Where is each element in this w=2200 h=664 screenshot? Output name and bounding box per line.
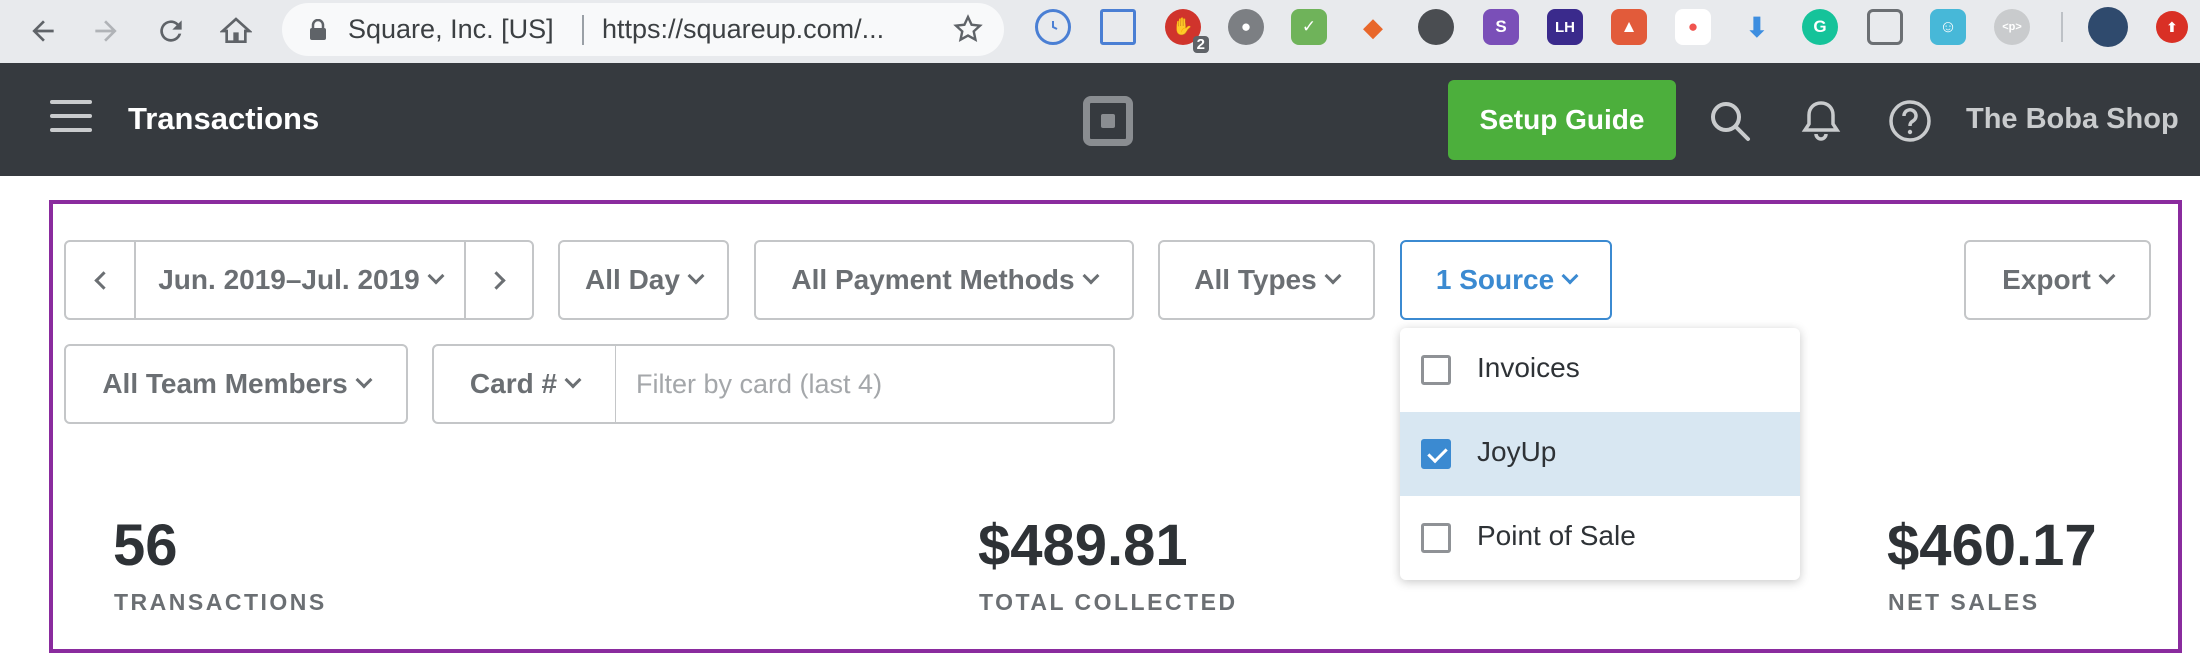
- mail-check-icon[interactable]: ✓: [1291, 9, 1327, 45]
- net-sales-label: NET SALES: [1888, 589, 2040, 615]
- page-title: Transactions: [128, 101, 320, 136]
- film-icon[interactable]: ●: [1228, 9, 1264, 45]
- p-tag-icon[interactable]: <p>: [1994, 9, 2030, 45]
- card-type-select[interactable]: Card #: [432, 344, 617, 424]
- source-option-label: Invoices: [1477, 352, 1580, 383]
- source-label: 1 Source: [1435, 264, 1555, 295]
- shop-name-menu[interactable]: The Boba Shop: [1966, 103, 2179, 136]
- chevron-down-icon: [1561, 267, 1579, 285]
- previous-range-button[interactable]: [66, 242, 136, 318]
- export-dropdown[interactable]: Export: [1964, 240, 2151, 320]
- chevron-right-icon: [486, 270, 506, 290]
- transactions-label: TRANSACTIONS: [114, 589, 327, 615]
- source-option-label: Point of Sale: [1477, 520, 1636, 551]
- tinder-icon[interactable]: ●: [1675, 9, 1711, 45]
- source-option-joyup[interactable]: JoyUp: [1400, 412, 1800, 496]
- payment-methods-dropdown[interactable]: All Payment Methods: [754, 240, 1134, 320]
- address-bar[interactable]: Square, Inc. [US] https://squareup.com/.…: [282, 3, 1004, 56]
- back-button[interactable]: [18, 6, 68, 56]
- window-icon[interactable]: [1100, 9, 1136, 45]
- chevron-left-icon: [93, 270, 113, 290]
- star-icon[interactable]: [952, 13, 984, 45]
- bomb-icon[interactable]: [1418, 9, 1454, 45]
- transactions-count: 56: [113, 513, 178, 578]
- square-logo[interactable]: [1083, 96, 1133, 146]
- url-text: https://squareup.com/...: [602, 14, 885, 44]
- home-icon: [220, 17, 252, 43]
- help-icon[interactable]: [1886, 97, 1934, 145]
- point-of-sale-checkbox[interactable]: [1421, 523, 1451, 553]
- types-dropdown[interactable]: All Types: [1158, 240, 1375, 320]
- source-dropdown[interactable]: 1 Source: [1400, 240, 1612, 320]
- date-range-control: Jun. 2019–Jul. 2019: [64, 240, 534, 320]
- date-range-dropdown[interactable]: Jun. 2019–Jul. 2019: [136, 242, 464, 318]
- chevron-down-icon: [564, 371, 582, 389]
- s-icon[interactable]: S: [1483, 9, 1519, 45]
- profile-avatar[interactable]: [2088, 7, 2128, 47]
- arrow-right-icon: [95, 20, 117, 42]
- app-header: Transactions Setup Guide The Boba Shop: [0, 63, 2200, 176]
- home-button[interactable]: [211, 6, 261, 56]
- date-range-label: Jun. 2019–Jul. 2019: [158, 264, 420, 295]
- payment-methods-label: All Payment Methods: [791, 264, 1075, 295]
- next-range-button[interactable]: [464, 242, 532, 318]
- chevron-down-icon: [1082, 267, 1100, 285]
- ghost-icon[interactable]: ☺: [1930, 9, 1966, 45]
- chevron-down-icon: [427, 267, 445, 285]
- source-option-point-of-sale[interactable]: Point of Sale: [1400, 496, 1800, 580]
- toolbar-divider: [2061, 12, 2063, 42]
- download-icon[interactable]: ⬇: [1739, 9, 1775, 45]
- lock-icon: [310, 19, 326, 40]
- site-name: Square, Inc. [US]: [348, 14, 554, 44]
- total-collected-label: TOTAL COLLECTED: [979, 589, 1238, 615]
- arrow-left-icon: [32, 20, 54, 42]
- source-option-label: JoyUp: [1477, 436, 1557, 467]
- joyup-checkbox[interactable]: [1421, 439, 1451, 469]
- clock-icon[interactable]: [1035, 9, 1071, 45]
- net-sales-value: $460.17: [1887, 513, 2097, 578]
- search-icon[interactable]: [1706, 97, 1754, 145]
- chevron-down-icon: [687, 267, 705, 285]
- fox-icon[interactable]: ◆: [1355, 9, 1391, 45]
- chevron-down-icon: [2098, 267, 2116, 285]
- grammarly-icon[interactable]: G: [1802, 9, 1838, 45]
- adblock-badge: 2: [1192, 36, 1209, 53]
- update-icon[interactable]: ⬆: [2156, 11, 2188, 43]
- reload-button[interactable]: [146, 6, 196, 56]
- invoices-checkbox[interactable]: [1421, 355, 1451, 385]
- browser-toolbar: Square, Inc. [US] https://squareup.com/.…: [0, 0, 2200, 63]
- menu-icon[interactable]: [50, 100, 92, 136]
- time-filter-label: All Day: [585, 264, 680, 295]
- team-members-label: All Team Members: [102, 368, 348, 399]
- chevron-down-icon: [355, 371, 373, 389]
- forward-button[interactable]: [81, 6, 131, 56]
- omnibox-divider: [582, 15, 584, 45]
- source-dropdown-menu: Invoices JoyUp Point of Sale: [1400, 328, 1800, 580]
- source-option-invoices[interactable]: Invoices: [1400, 328, 1800, 412]
- card-type-label: Card #: [469, 368, 558, 399]
- total-collected-value: $489.81: [978, 513, 1188, 578]
- pocket-icon[interactable]: [1867, 9, 1903, 45]
- adblock-icon[interactable]: ✋ 2: [1165, 9, 1209, 53]
- lh-icon[interactable]: LH: [1547, 9, 1583, 45]
- export-label: Export: [2002, 264, 2091, 295]
- time-filter-dropdown[interactable]: All Day: [558, 240, 729, 320]
- flame-icon[interactable]: ▲: [1611, 9, 1647, 45]
- card-filter-input[interactable]: [616, 344, 1115, 424]
- reload-icon: [160, 20, 182, 42]
- chevron-down-icon: [1324, 267, 1342, 285]
- team-members-dropdown[interactable]: All Team Members: [64, 344, 408, 424]
- bell-icon[interactable]: [1797, 97, 1845, 145]
- setup-guide-button[interactable]: Setup Guide: [1448, 80, 1676, 160]
- types-label: All Types: [1194, 264, 1317, 295]
